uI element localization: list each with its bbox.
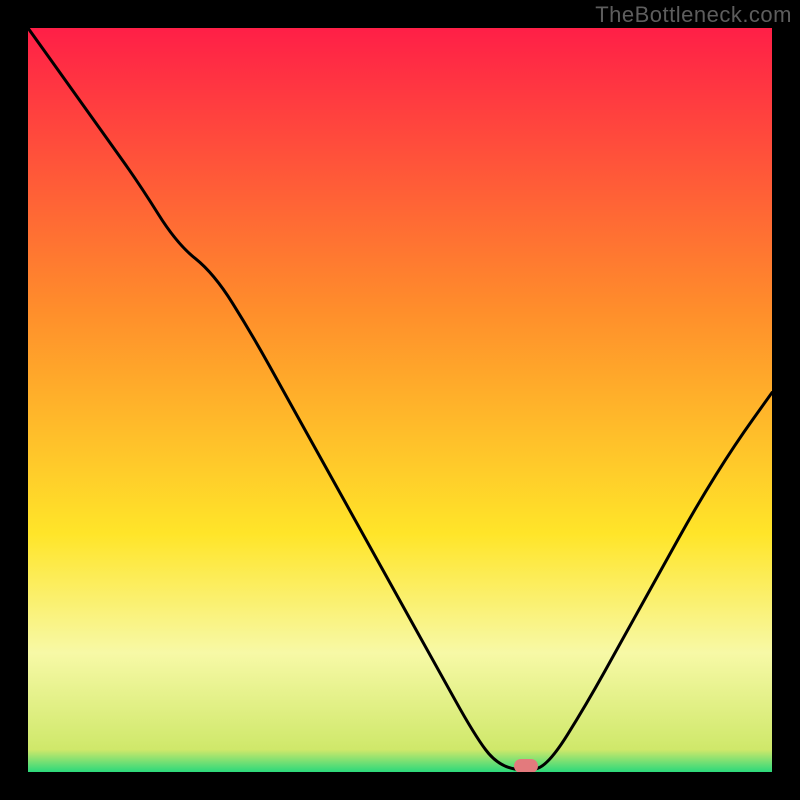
chart-frame: TheBottleneck.com	[0, 0, 800, 800]
watermark-text: TheBottleneck.com	[595, 2, 792, 28]
plot-area	[28, 28, 772, 772]
optimal-point-marker	[514, 759, 538, 772]
curve-path	[28, 28, 772, 770]
bottleneck-curve	[28, 28, 772, 772]
